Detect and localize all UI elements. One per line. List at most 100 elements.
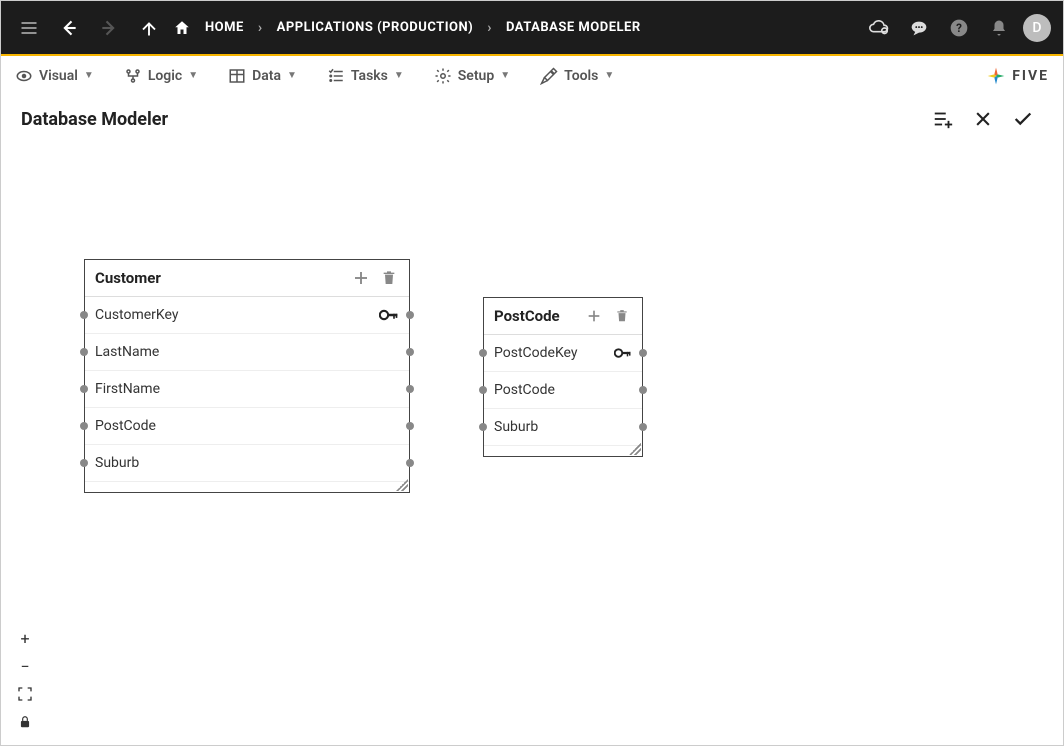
- delete-table-button[interactable]: [612, 306, 632, 326]
- menu-label: Tools: [564, 68, 598, 84]
- page-titlebar: Database Modeler: [1, 96, 1063, 142]
- port-right[interactable]: [639, 423, 647, 431]
- zoom-lock-button[interactable]: [11, 709, 39, 735]
- zoom-in-button[interactable]: +: [11, 625, 39, 651]
- field-row[interactable]: Suburb: [484, 409, 642, 446]
- port-right[interactable]: [406, 385, 414, 393]
- field-row[interactable]: Suburb: [85, 445, 409, 482]
- chevron-down-icon: ▼: [394, 70, 404, 81]
- zoom-fit-button[interactable]: [11, 681, 39, 707]
- close-button[interactable]: [963, 99, 1003, 139]
- port-left[interactable]: [479, 349, 487, 357]
- port-right[interactable]: [406, 422, 414, 430]
- resize-handle[interactable]: [629, 443, 641, 455]
- field-name: PostCodeKey: [494, 345, 614, 361]
- tools-icon: [540, 67, 558, 85]
- add-field-button[interactable]: [351, 268, 371, 288]
- chevron-down-icon: ▼: [84, 70, 94, 81]
- menu-logic[interactable]: Logic ▼: [124, 67, 198, 85]
- zoom-out-button[interactable]: −: [11, 653, 39, 679]
- port-left[interactable]: [80, 459, 88, 467]
- menu-label: Tasks: [351, 68, 388, 84]
- forward-icon: [93, 12, 125, 44]
- field-name: CustomerKey: [95, 307, 379, 323]
- gear-icon: [434, 67, 452, 85]
- help-icon[interactable]: ?: [943, 12, 975, 44]
- field-name: FirstName: [95, 381, 399, 397]
- add-field-button[interactable]: [584, 306, 604, 326]
- menu-tools[interactable]: Tools ▼: [540, 67, 614, 85]
- port-left[interactable]: [80, 385, 88, 393]
- table-postcode[interactable]: PostCode PostCodeKey PostCode Suburb: [483, 297, 643, 457]
- port-left[interactable]: [479, 423, 487, 431]
- port-right[interactable]: [406, 311, 414, 319]
- port-left[interactable]: [479, 386, 487, 394]
- menu-setup[interactable]: Setup ▼: [434, 67, 510, 85]
- tasks-icon: [327, 67, 345, 85]
- chevron-down-icon: ▼: [287, 70, 297, 81]
- field-row[interactable]: PostCode: [484, 372, 642, 409]
- chevron-right-icon: ›: [487, 20, 492, 36]
- table-header[interactable]: Customer: [85, 260, 409, 297]
- cloud-sync-icon[interactable]: [863, 12, 895, 44]
- resize-handle[interactable]: [396, 479, 408, 491]
- menu-visual[interactable]: Visual ▼: [15, 67, 94, 85]
- menu-tasks[interactable]: Tasks ▼: [327, 67, 404, 85]
- port-right[interactable]: [639, 349, 647, 357]
- menu-label: Visual: [39, 68, 78, 84]
- bell-icon[interactable]: [983, 12, 1015, 44]
- home-icon: [173, 12, 191, 44]
- menu-label: Data: [252, 68, 281, 84]
- breadcrumb-home[interactable]: HOME: [205, 20, 244, 35]
- field-row[interactable]: PostCode: [85, 408, 409, 445]
- menubar: Visual ▼ Logic ▼ Data ▼ Tasks ▼ Setup ▼ …: [1, 56, 1063, 96]
- port-right[interactable]: [406, 459, 414, 467]
- brand-logo-icon: [986, 66, 1006, 86]
- breadcrumb-database-modeler[interactable]: DATABASE MODELER: [506, 20, 641, 35]
- field-name: PostCode: [494, 382, 632, 398]
- table-name: PostCode: [494, 307, 576, 325]
- port-left[interactable]: [80, 422, 88, 430]
- field-row[interactable]: CustomerKey: [85, 297, 409, 334]
- avatar[interactable]: D: [1023, 14, 1051, 42]
- eye-icon: [15, 67, 33, 85]
- brand-text: FIVE: [1012, 68, 1049, 84]
- port-right[interactable]: [406, 348, 414, 356]
- field-row[interactable]: PostCodeKey: [484, 335, 642, 372]
- key-icon: [379, 308, 399, 322]
- field-name: PostCode: [95, 418, 399, 434]
- table-icon: [228, 67, 246, 85]
- menu-data[interactable]: Data ▼: [228, 67, 297, 85]
- field-name: Suburb: [95, 455, 399, 471]
- page-title: Database Modeler: [21, 109, 168, 130]
- field-row[interactable]: LastName: [85, 334, 409, 371]
- key-icon: [614, 347, 632, 359]
- breadcrumb: HOME › APPLICATIONS (PRODUCTION) › DATAB…: [173, 12, 641, 44]
- field-name: LastName: [95, 344, 399, 360]
- field-row[interactable]: FirstName: [85, 371, 409, 408]
- chevron-right-icon: ›: [258, 20, 263, 36]
- chevron-down-icon: ▼: [604, 70, 614, 81]
- delete-table-button[interactable]: [379, 268, 399, 288]
- add-list-button[interactable]: [923, 99, 963, 139]
- back-icon[interactable]: [53, 12, 85, 44]
- menu-icon[interactable]: [13, 12, 45, 44]
- table-name: Customer: [95, 269, 343, 287]
- confirm-button[interactable]: [1003, 99, 1043, 139]
- menu-label: Logic: [148, 68, 182, 84]
- menu-label: Setup: [458, 68, 494, 84]
- port-left[interactable]: [80, 348, 88, 356]
- chat-icon[interactable]: [903, 12, 935, 44]
- brand: FIVE: [986, 66, 1049, 86]
- logic-icon: [124, 67, 142, 85]
- table-header[interactable]: PostCode: [484, 298, 642, 335]
- breadcrumb-applications[interactable]: APPLICATIONS (PRODUCTION): [277, 20, 474, 35]
- up-icon[interactable]: [133, 12, 165, 44]
- table-customer[interactable]: Customer CustomerKey LastName FirstName …: [84, 259, 410, 493]
- port-right[interactable]: [639, 386, 647, 394]
- chevron-down-icon: ▼: [188, 70, 198, 81]
- canvas[interactable]: Customer CustomerKey LastName FirstName …: [1, 141, 1063, 745]
- field-name: Suburb: [494, 419, 632, 435]
- svg-text:?: ?: [956, 21, 962, 35]
- port-left[interactable]: [80, 311, 88, 319]
